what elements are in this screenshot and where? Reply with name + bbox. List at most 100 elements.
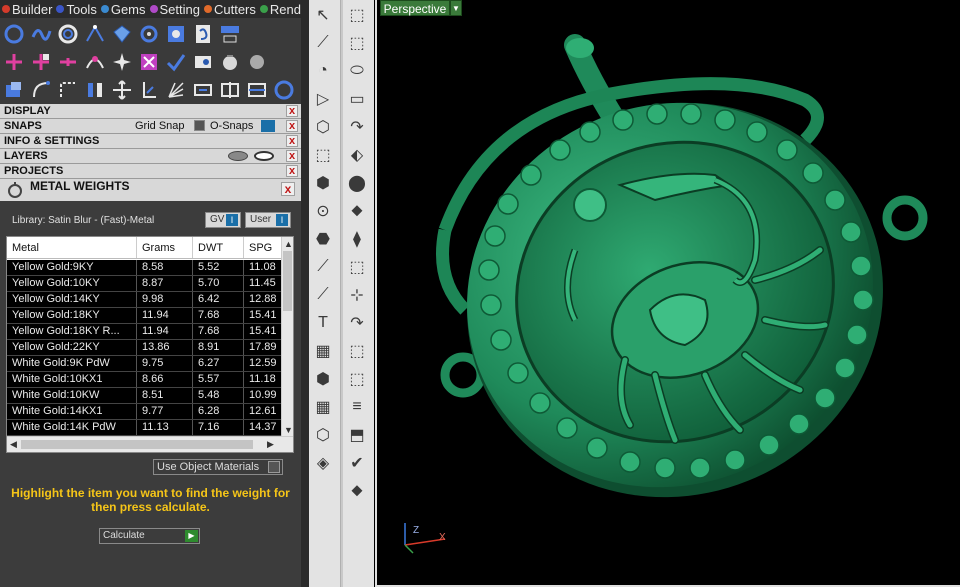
table-row[interactable]: White Gold:10KW 8.51 5.48 10.99 [7, 388, 283, 404]
cross-tool-icon[interactable] [0, 48, 27, 75]
knife-alt-icon[interactable]: ⬚ [344, 254, 370, 280]
table-row[interactable]: White Gold:9K PdW 9.75 6.27 12.59 [7, 356, 283, 372]
prism-icon[interactable]: ⬡ [310, 422, 336, 448]
triangle-alt-icon[interactable]: ▭ [344, 86, 370, 112]
text-icon[interactable]: T [310, 310, 336, 336]
measure-tool-icon[interactable] [189, 48, 216, 75]
loop-tool-icon[interactable] [270, 76, 297, 103]
table-row[interactable]: White Gold:14KX1 9.77 6.28 12.61 [7, 404, 283, 420]
table-row[interactable]: Yellow Gold:10KY 8.87 5.70 11.45 [7, 276, 283, 292]
circle-tool-icon[interactable] [0, 20, 27, 47]
select-icon[interactable]: ↖ [310, 2, 336, 28]
column-header-metal[interactable]: Metal [7, 237, 137, 258]
menu-tools[interactable]: Tools [54, 2, 97, 17]
curve-alt-icon[interactable]: ⊹ [344, 282, 370, 308]
array-alt-icon[interactable]: ≡ [344, 394, 370, 420]
box-alt-icon[interactable]: ⬚ [344, 366, 370, 392]
gv-toggle[interactable]: GV I [205, 212, 241, 228]
boolean-tool-icon[interactable] [135, 48, 162, 75]
section-info-settings[interactable]: INFO & SETTINGS x [0, 134, 301, 149]
section-display[interactable]: DISPLAY x [0, 104, 301, 119]
weight-tool-icon[interactable] [216, 48, 243, 75]
vertical-scrollbar[interactable]: ▲ ▼ [281, 237, 293, 437]
panel-divider[interactable] [301, 0, 309, 587]
arc-alt-icon[interactable]: ⬭ [344, 58, 370, 84]
array-icon[interactable]: ▦ [310, 394, 336, 420]
cylinder-icon[interactable]: ⊙ [310, 198, 336, 224]
3d-viewport[interactable]: Perspective ▼ Z X [375, 0, 960, 587]
close-icon[interactable]: x [286, 120, 298, 132]
close-icon[interactable]: x [286, 165, 298, 177]
section-projects[interactable]: PROJECTS x [0, 164, 301, 179]
arc-tool-icon[interactable] [81, 48, 108, 75]
table-row[interactable]: White Gold:14K PdW 11.13 7.16 14.37 [7, 420, 283, 436]
menu-cutters[interactable]: Cutters [202, 2, 256, 17]
o-snaps-toggle[interactable] [261, 120, 275, 132]
table-row[interactable]: Yellow Gold:22KY 13.86 8.91 17.89 [7, 340, 283, 356]
scroll-left-icon[interactable]: ◀ [10, 439, 17, 450]
fillet-icon[interactable]: ⬚ [310, 142, 336, 168]
menu-setting[interactable]: Setting [148, 2, 200, 17]
scroll-thumb[interactable] [21, 440, 253, 449]
curve-tool-icon[interactable] [27, 20, 54, 47]
node-tool-icon[interactable] [81, 20, 108, 47]
section-layers[interactable]: LAYERS x [0, 149, 301, 164]
cylinder-alt-icon[interactable]: ⬥ [344, 198, 370, 224]
triangle-icon[interactable]: ▷ [310, 86, 336, 112]
shape-alt-icon[interactable]: ✔ [344, 450, 370, 476]
scroll-down-icon[interactable]: ▼ [284, 425, 293, 435]
ring-tool-icon[interactable] [54, 20, 81, 47]
close-icon[interactable]: x [286, 105, 298, 117]
hexagon-alt-icon[interactable]: ↷ [344, 114, 370, 140]
shape-icon[interactable]: ◈ [310, 450, 336, 476]
hexagon-icon[interactable]: ⬡ [310, 114, 336, 140]
select-alt-icon[interactable]: ⬚ [344, 2, 370, 28]
table-row[interactable]: Yellow Gold:18KY R... 11.94 7.68 15.41 [7, 324, 283, 340]
section-snaps[interactable]: SNAPS Grid Snap O-Snaps x [0, 119, 301, 134]
o-snaps-label[interactable]: O-Snaps [210, 119, 253, 133]
align-tool-icon[interactable] [243, 76, 270, 103]
split-tool-icon[interactable] [216, 76, 243, 103]
checkbox-box[interactable] [268, 461, 280, 473]
box-icon[interactable]: ⬢ [310, 366, 336, 392]
cross-split-tool-icon[interactable] [27, 48, 54, 75]
check-tool-icon[interactable] [162, 48, 189, 75]
scroll-thumb[interactable] [283, 251, 292, 311]
calculate-button[interactable]: Calculate ▶ [99, 528, 200, 544]
column-header-grams[interactable]: Grams [137, 237, 193, 258]
chevron-down-icon[interactable]: ▼ [450, 0, 462, 16]
cube-alt-icon[interactable]: ⬤ [344, 170, 370, 196]
arc-icon[interactable]: ◔ [310, 58, 336, 84]
corner-tool-icon[interactable] [54, 76, 81, 103]
play-icon[interactable]: ▶ [185, 530, 198, 542]
box-tool-icon[interactable] [0, 76, 27, 103]
split-alt-icon[interactable]: ⬥ [344, 478, 370, 504]
close-icon[interactable]: x [281, 182, 295, 196]
minus-tool-icon[interactable] [54, 48, 81, 75]
rotate-tool-icon[interactable] [27, 76, 54, 103]
user-toggle[interactable]: User I [245, 212, 291, 228]
prism-alt-icon[interactable]: ⬒ [344, 422, 370, 448]
panel-tool-icon[interactable] [216, 20, 243, 47]
table-row[interactable]: Yellow Gold:9KY 8.58 5.52 11.08 [7, 260, 283, 276]
table-row[interactable]: White Gold:10KX1 8.66 5.57 11.18 [7, 372, 283, 388]
link-tool-icon[interactable] [189, 76, 216, 103]
use-object-materials-checkbox[interactable]: Use Object Materials [153, 459, 283, 475]
menu-gems[interactable]: Gems [99, 2, 146, 17]
close-icon[interactable]: x [286, 150, 298, 162]
mirror-tool-icon[interactable] [81, 76, 108, 103]
horizontal-scrollbar[interactable]: ◀ ▶ [7, 436, 293, 452]
table-row[interactable]: Yellow Gold:18KY 11.94 7.68 15.41 [7, 308, 283, 324]
polyline-icon[interactable]: ⟋ [310, 30, 336, 56]
pave-tool-icon[interactable] [162, 20, 189, 47]
polyline-alt-icon[interactable]: ⬚ [344, 30, 370, 56]
text-alt-icon[interactable]: ↷ [344, 310, 370, 336]
scroll-up-icon[interactable]: ▲ [284, 239, 293, 249]
eye-icon[interactable] [254, 151, 274, 161]
menu-render[interactable]: Render [258, 2, 301, 17]
grid-icon[interactable]: ▦ [310, 338, 336, 364]
grid-alt-icon[interactable]: ⬚ [344, 338, 370, 364]
scroll-right-icon[interactable]: ▶ [267, 439, 274, 450]
puzzle-icon[interactable]: ⬣ [310, 226, 336, 252]
star-tool-icon[interactable] [108, 48, 135, 75]
